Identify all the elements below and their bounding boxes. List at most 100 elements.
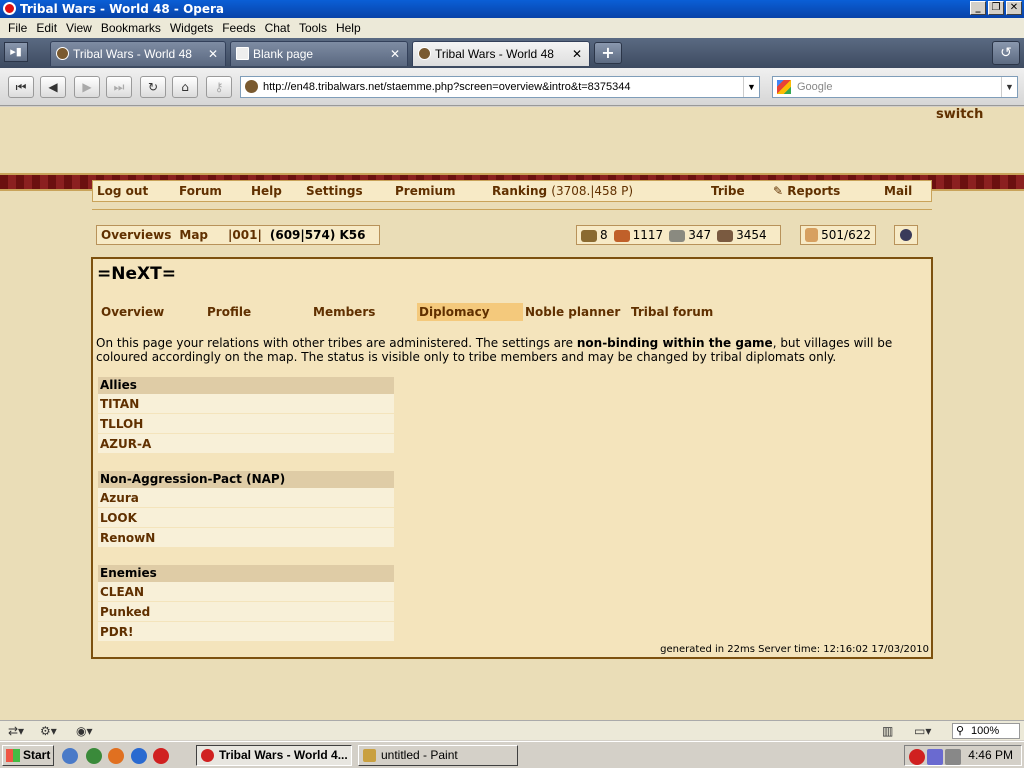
- taskbar-item-label: untitled - Paint: [381, 748, 458, 762]
- chevron-down-icon[interactable]: ▼: [743, 77, 759, 97]
- menu-bookmarks[interactable]: Bookmarks: [101, 21, 170, 35]
- intro-text-1: On this page your relations with other t…: [96, 336, 577, 350]
- quicklaunch-browser-icon[interactable]: [131, 748, 147, 764]
- village-bar: Overviews Map |001| (609|574) K56: [96, 225, 380, 245]
- restore-button[interactable]: ❐: [988, 1, 1004, 15]
- tab-tribal-forum[interactable]: Tribal forum: [629, 303, 735, 321]
- zoom-control[interactable]: ⚲ 100%: [952, 723, 1020, 739]
- tab-tribalwars-1[interactable]: Tribal Wars - World 48 ✕: [50, 41, 226, 66]
- quicklaunch-firefox-icon[interactable]: [108, 748, 124, 764]
- taskbar: Start Tribal Wars - World 4... untitled …: [0, 741, 1024, 768]
- stone-value: 347: [688, 228, 712, 242]
- tab-diplomacy[interactable]: Diplomacy: [417, 303, 523, 321]
- nav-premium[interactable]: Premium: [395, 184, 456, 198]
- fast-forward-button[interactable]: ⏭: [106, 76, 132, 98]
- menu-feeds[interactable]: Feeds: [222, 21, 264, 35]
- view-icon[interactable]: ▭▾: [914, 724, 931, 738]
- tribe-panel: =NeXT= Overview Profile Members Diplomac…: [91, 257, 933, 659]
- tab-members[interactable]: Members: [311, 303, 417, 321]
- chevron-down-icon[interactable]: ▼: [1001, 77, 1017, 97]
- sync-icon[interactable]: ⇄▾: [8, 724, 24, 738]
- nav-logout[interactable]: Log out: [97, 184, 148, 198]
- search-field[interactable]: Google ▼: [772, 76, 1018, 98]
- home-button[interactable]: ⌂: [172, 76, 198, 98]
- reload-button[interactable]: ↻: [140, 76, 166, 98]
- nap-row[interactable]: LOOK: [98, 508, 394, 528]
- tab-close-icon[interactable]: ✕: [390, 42, 400, 66]
- forward-button[interactable]: ▶: [74, 76, 100, 98]
- quicklaunch-ie-icon[interactable]: [62, 748, 78, 764]
- tray-volume-icon[interactable]: [945, 749, 961, 765]
- tab-close-icon[interactable]: ✕: [572, 42, 582, 66]
- tab-tribalwars-active[interactable]: Tribal Wars - World 48 ✕: [412, 41, 590, 66]
- rewind-button[interactable]: ⏮: [8, 76, 34, 98]
- quicklaunch-media-icon[interactable]: [86, 748, 102, 764]
- nav-reports-label: Reports: [787, 184, 841, 198]
- nap-row[interactable]: Azura: [98, 488, 394, 508]
- quicklaunch-opera-icon[interactable]: [153, 748, 169, 764]
- tab-close-icon[interactable]: ✕: [208, 42, 218, 66]
- nav-ranking[interactable]: Ranking (3708.|458 P): [492, 184, 633, 198]
- tab-profile[interactable]: Profile: [205, 303, 311, 321]
- new-tab-button[interactable]: +: [594, 42, 622, 64]
- enemies-header: Enemies: [98, 565, 394, 582]
- map-link[interactable]: Map: [179, 228, 208, 242]
- menu-file[interactable]: File: [8, 21, 36, 35]
- start-button[interactable]: Start: [2, 745, 54, 766]
- tribe-tabs: Overview Profile Members Diplomacy Noble…: [99, 303, 735, 321]
- turbo-icon[interactable]: ◉▾: [76, 724, 93, 738]
- site-favicon-icon: [245, 80, 258, 93]
- server-time-footer: generated in 22ms Server time: 12:16:02 …: [660, 644, 929, 655]
- reports-icon: ✎: [773, 184, 784, 198]
- tab-overview[interactable]: Overview: [99, 303, 205, 321]
- menu-view[interactable]: View: [66, 21, 101, 35]
- tray-network-icon[interactable]: [927, 749, 943, 765]
- nav-mail[interactable]: Mail: [884, 184, 912, 198]
- unite-icon[interactable]: ⚙▾: [40, 724, 57, 738]
- ally-row[interactable]: AZUR-A: [98, 434, 394, 454]
- tab-blank-page[interactable]: Blank page ✕: [230, 41, 408, 66]
- switch-link[interactable]: switch: [936, 107, 983, 122]
- panel-icon[interactable]: ▥: [882, 724, 893, 738]
- village-name-link[interactable]: |001|: [228, 228, 262, 242]
- menu-edit[interactable]: Edit: [36, 21, 66, 35]
- enemy-row[interactable]: PDR!: [98, 622, 394, 642]
- back-button[interactable]: ◀: [40, 76, 66, 98]
- menu-chat[interactable]: Chat: [265, 21, 299, 35]
- nav-tribe[interactable]: Tribe: [711, 184, 745, 198]
- nav-reports[interactable]: ✎ Reports: [773, 184, 840, 198]
- premium-points: 8: [581, 228, 608, 242]
- enemy-row[interactable]: Punked: [98, 602, 394, 622]
- nap-header: Non-Aggression-Pact (NAP): [98, 471, 394, 488]
- tab-label: Tribal Wars - World 48: [73, 47, 192, 61]
- window-controls: _ ❐ ✕: [970, 1, 1022, 15]
- nav-forum[interactable]: Forum: [179, 184, 222, 198]
- panel-toggle-button[interactable]: ▸▮: [4, 42, 28, 62]
- menu-help[interactable]: Help: [336, 21, 370, 35]
- wand-key-button[interactable]: ⚷: [206, 76, 232, 98]
- enemy-row[interactable]: CLEAN: [98, 582, 394, 602]
- nap-row[interactable]: RenowN: [98, 528, 394, 548]
- ally-row[interactable]: TLLOH: [98, 414, 394, 434]
- overviews-link[interactable]: Overviews: [101, 228, 171, 242]
- closed-tabs-trash-icon[interactable]: ↺: [992, 41, 1020, 65]
- tab-noble-planner[interactable]: Noble planner: [523, 303, 629, 321]
- taskbar-item-label: Tribal Wars - World 4...: [219, 748, 348, 762]
- address-field[interactable]: http://en48.tribalwars.net/staemme.php?s…: [240, 76, 760, 98]
- farm-icon: [805, 228, 819, 242]
- nav-help[interactable]: Help: [251, 184, 282, 198]
- tray-opera-icon[interactable]: [909, 749, 925, 765]
- menu-tools[interactable]: Tools: [299, 21, 336, 35]
- nav-settings[interactable]: Settings: [306, 184, 363, 198]
- nap-table: Non-Aggression-Pact (NAP) Azura LOOK Ren…: [98, 471, 394, 548]
- address-url: http://en48.tribalwars.net/staemme.php?s…: [263, 81, 631, 93]
- close-button[interactable]: ✕: [1006, 1, 1022, 15]
- page-viewport: switch Log out Forum Help Settings Premi…: [0, 107, 1024, 720]
- menu-widgets[interactable]: Widgets: [170, 21, 222, 35]
- taskbar-item-opera[interactable]: Tribal Wars - World 4...: [196, 745, 352, 766]
- ally-row[interactable]: TITAN: [98, 394, 394, 414]
- magnifier-icon: ⚲: [956, 725, 965, 737]
- taskbar-item-paint[interactable]: untitled - Paint: [358, 745, 518, 766]
- minimize-button[interactable]: _: [970, 1, 986, 15]
- profile-box[interactable]: [894, 225, 918, 245]
